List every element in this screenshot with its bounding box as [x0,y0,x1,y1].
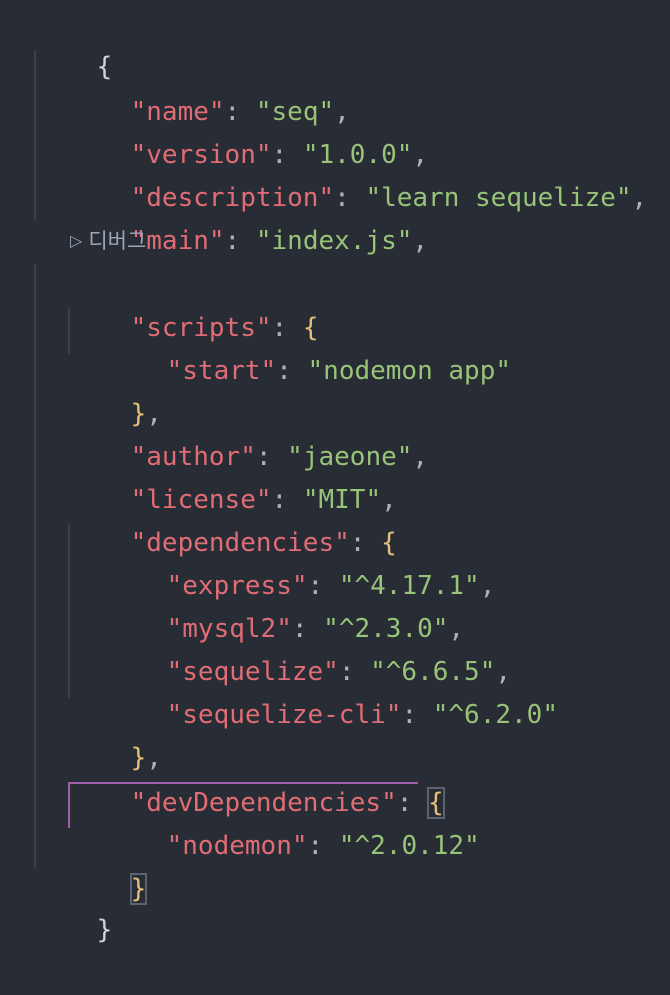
comma: , [631,183,648,213]
run-triangle-icon: ▷ [70,231,83,250]
indent-guide [34,264,36,868]
json-key: "nodemon" [166,831,308,861]
json-string-value: "index.js" [255,226,413,256]
code-line[interactable]: "license": "MIT", [68,436,397,515]
comma: , [412,226,429,256]
separator: : [307,831,339,861]
code-line[interactable]: { [34,3,113,82]
separator: : [401,700,433,730]
code-line[interactable]: "scripts": { [68,264,319,343]
code-line[interactable]: "devDependencies": { [68,739,445,819]
debug-codelens[interactable]: ▷ 디버그 [70,226,146,256]
json-key: "sequelize-cli" [166,700,402,730]
code-line[interactable]: "name": "seq", [68,48,350,127]
comma: , [412,442,429,472]
code-line[interactable]: "nodemon": "^2.0.12" [104,782,480,861]
comma: , [479,571,496,601]
code-line[interactable]: "description": "learn sequelize", [68,134,648,213]
code-line[interactable]: "sequelize-cli": "^6.2.0" [104,651,558,730]
debug-codelens-label: 디버그 [88,229,147,253]
code-line[interactable]: "express": "^4.17.1", [104,522,496,601]
code-line[interactable]: "dependencies": { [68,479,397,558]
code-line[interactable]: "sequelize": "^6.6.5", [104,608,511,687]
code-line[interactable]: "author": "jaeone", [68,393,428,472]
json-key: "start" [166,356,277,386]
json-string-value: "^2.0.12" [338,831,480,861]
json-string-value: "^6.2.0" [432,700,558,730]
code-line[interactable]: "start": "nodemon app" [104,307,511,386]
code-line[interactable]: "main": "index.js", [68,177,428,256]
code-line[interactable]: } [68,825,148,905]
code-line[interactable]: }, [68,694,162,773]
json-string-value: "nodemon app" [307,356,512,386]
close-brace: } [96,915,113,945]
separator: : [276,356,308,386]
code-line[interactable]: "mysql2": "^2.3.0", [104,565,464,644]
code-line[interactable]: }, [68,350,162,429]
code-line[interactable]: } [34,866,113,945]
separator: : [224,226,256,256]
code-editor[interactable]: { "name": "seq", "version": "1.0.0", "de… [0,0,670,945]
matched-close-brace: } [129,873,148,905]
code-line[interactable]: "version": "1.0.0", [68,91,428,170]
